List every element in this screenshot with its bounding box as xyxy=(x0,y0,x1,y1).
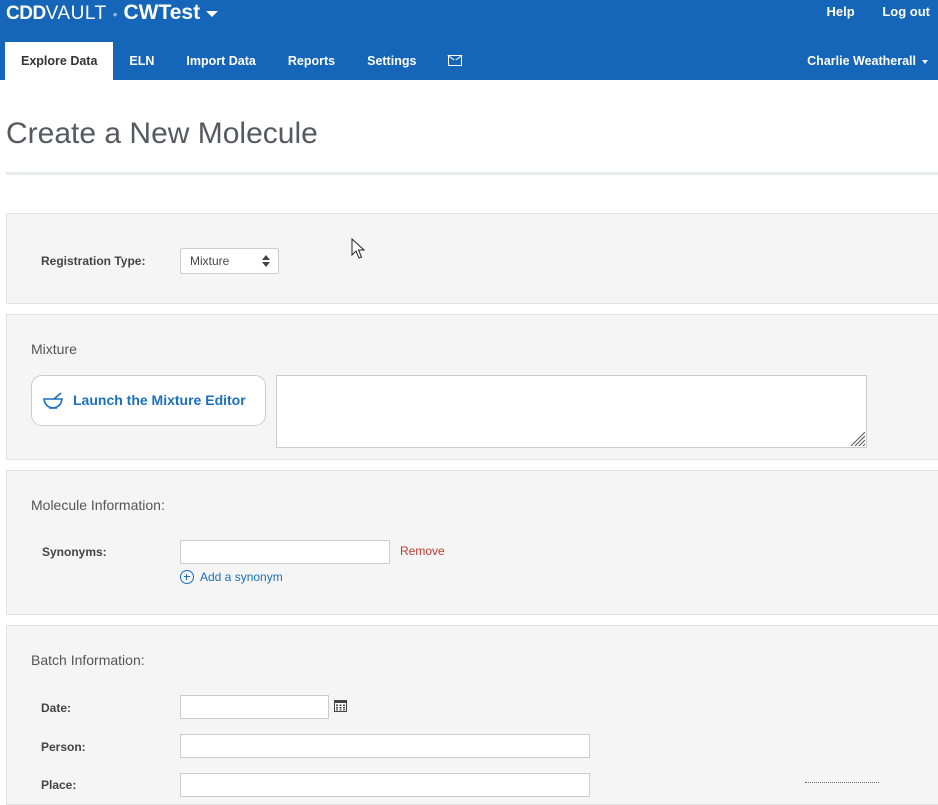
vault-name[interactable]: CWTest xyxy=(124,1,201,24)
mixture-section-title: Mixture xyxy=(31,341,77,357)
main-tabs: Explore Data ELN Import Data Reports Set… xyxy=(5,42,478,80)
tab-eln[interactable]: ELN xyxy=(113,42,170,80)
person-input[interactable] xyxy=(180,734,590,758)
logo-vault-text: VAULT xyxy=(45,3,107,24)
caret-down-icon xyxy=(922,59,928,64)
launch-mixture-editor-button[interactable]: Launch the Mixture Editor xyxy=(31,375,266,426)
mortar-pestle-icon xyxy=(43,392,63,409)
add-synonym-link[interactable]: Add a synonym xyxy=(180,570,283,584)
tab-import-data[interactable]: Import Data xyxy=(170,42,271,80)
dotted-divider xyxy=(805,782,879,783)
top-links: Help Log out xyxy=(803,4,930,19)
resize-grip-icon[interactable] xyxy=(847,432,865,446)
mixture-editor-textarea[interactable] xyxy=(276,375,867,448)
chevron-down-icon[interactable] xyxy=(206,10,219,17)
top-navigation-bar: CDDVAULT • CWTest Help Log out Explore Dat… xyxy=(0,0,938,80)
mixture-panel: Mixture Launch the Mixture Editor xyxy=(6,314,938,460)
person-label: Person: xyxy=(41,740,86,754)
molecule-information-title: Molecule Information: xyxy=(31,497,165,513)
registration-type-value: Mixture xyxy=(190,254,230,268)
registration-type-label: Registration Type: xyxy=(41,254,146,268)
batch-information-panel: Batch Information: Date: Person: Place: xyxy=(6,625,938,805)
logout-link[interactable]: Log out xyxy=(882,4,930,19)
molecule-information-panel: Molecule Information: Synonyms: Remove A… xyxy=(6,470,938,615)
remove-synonym-link[interactable]: Remove xyxy=(400,544,445,558)
date-input[interactable] xyxy=(180,695,329,719)
mouse-cursor-icon xyxy=(351,238,365,259)
title-divider xyxy=(6,172,938,175)
cdd-vault-logo[interactable]: CDDVAULT • CWTest xyxy=(6,1,219,25)
help-link[interactable]: Help xyxy=(827,4,855,19)
plus-circle-icon xyxy=(180,570,194,584)
place-input[interactable] xyxy=(180,773,590,797)
calendar-icon[interactable] xyxy=(334,700,347,712)
launch-mixture-editor-label: Launch the Mixture Editor xyxy=(73,392,246,408)
synonym-input[interactable] xyxy=(180,540,390,564)
place-label: Place: xyxy=(41,778,77,792)
tab-settings[interactable]: Settings xyxy=(351,42,432,80)
tab-messages[interactable] xyxy=(432,42,478,80)
user-menu[interactable]: Charlie Weatherall xyxy=(807,42,928,80)
synonyms-label: Synonyms: xyxy=(42,545,107,559)
page-title: Create a New Molecule xyxy=(6,117,318,150)
tab-explore-data[interactable]: Explore Data xyxy=(5,42,114,80)
date-label: Date: xyxy=(41,701,72,715)
registration-type-panel: Registration Type: Mixture xyxy=(6,213,938,304)
batch-information-title: Batch Information: xyxy=(31,652,145,668)
mail-icon xyxy=(448,55,463,67)
select-arrows-icon xyxy=(262,255,270,267)
tab-reports[interactable]: Reports xyxy=(272,42,351,80)
logo-cdd-text: CDD xyxy=(6,3,46,24)
user-name: Charlie Weatherall xyxy=(807,54,916,68)
add-synonym-label: Add a synonym xyxy=(200,570,283,584)
logo-separator-dot: • xyxy=(112,5,118,22)
registration-type-select[interactable]: Mixture xyxy=(180,248,279,274)
